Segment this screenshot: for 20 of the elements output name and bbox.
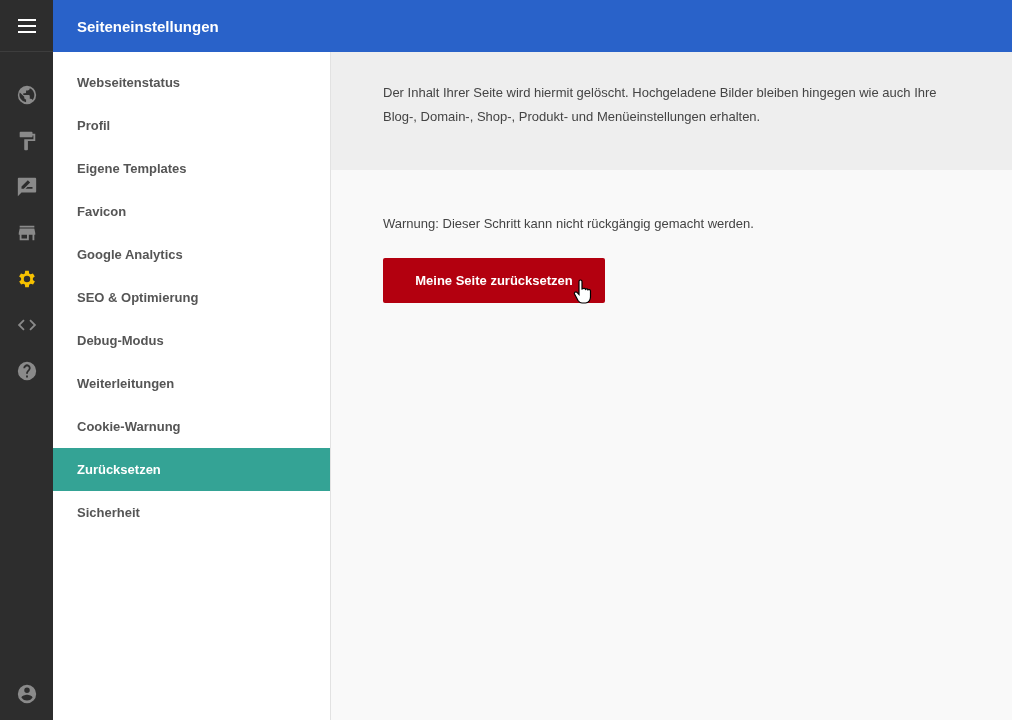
hand-cursor-icon — [573, 279, 593, 305]
reset-button[interactable]: Meine Seite zurücksetzen — [383, 258, 605, 303]
menu-item[interactable]: Weiterleitungen — [53, 362, 330, 405]
menu-item[interactable]: Google Analytics — [53, 233, 330, 276]
menu-item[interactable]: SEO & Optimierung — [53, 276, 330, 319]
help-icon — [15, 360, 38, 382]
menu-item[interactable]: Cookie-Warnung — [53, 405, 330, 448]
edit-comment-icon — [15, 176, 38, 198]
menu-item[interactable]: Sicherheit — [53, 491, 330, 534]
page-title: Seiteneinstellungen — [77, 17, 219, 35]
menu-icon — [17, 18, 36, 33]
menu-item[interactable]: Favicon — [53, 190, 330, 233]
menu-item[interactable]: Webseitenstatus — [53, 61, 330, 104]
user-icon — [15, 683, 38, 705]
warning-text: Warnung: Dieser Schritt kann nicht rückgängig gemacht werden. — [383, 215, 755, 233]
info-text: Der Inhalt Ihrer Seite wird hiermit gelöscht. Hochgeladene Bilder bleiben hingegen wie auch Ihre Blog-, Domain-, Shop-, Produkt- und Menüeinstellungen erhalten. — [383, 84, 938, 126]
menu-item[interactable]: Eigene Templates — [53, 147, 330, 190]
menu-item[interactable]: Profil — [53, 104, 330, 147]
globe-icon — [15, 84, 38, 106]
menu-item[interactable]: Debug-Modus — [53, 319, 330, 362]
